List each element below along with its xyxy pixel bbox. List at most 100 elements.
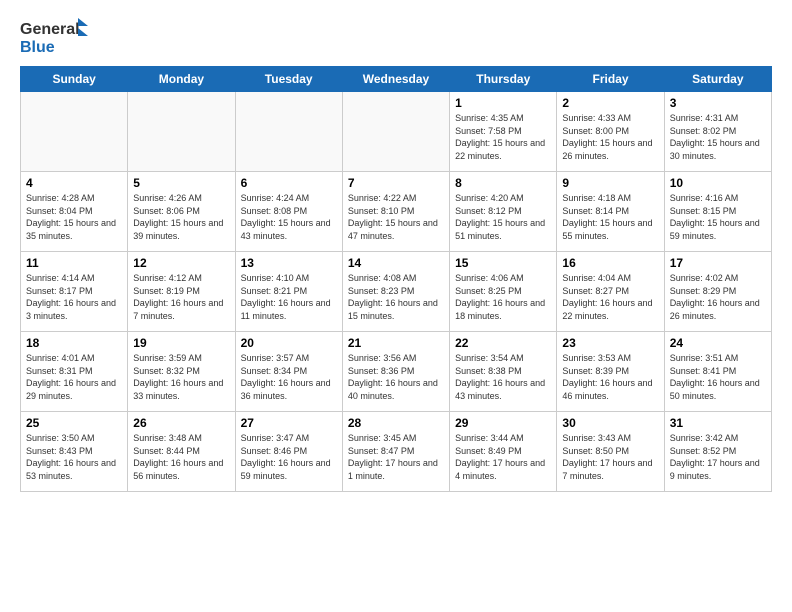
calendar-cell: 14 Sunrise: 4:08 AM Sunset: 8:23 PM Dayli…	[342, 252, 449, 332]
day-info: Sunrise: 3:59 AM Sunset: 8:32 PM Dayligh…	[133, 352, 229, 402]
day-info: Sunrise: 4:12 AM Sunset: 8:19 PM Dayligh…	[133, 272, 229, 322]
weekday-header: Monday	[128, 67, 235, 92]
weekday-header: Friday	[557, 67, 664, 92]
day-info: Sunrise: 4:01 AM Sunset: 8:31 PM Dayligh…	[26, 352, 122, 402]
calendar-cell: 16 Sunrise: 4:04 AM Sunset: 8:27 PM Dayli…	[557, 252, 664, 332]
day-number: 24	[670, 336, 766, 350]
day-info: Sunrise: 4:33 AM Sunset: 8:00 PM Dayligh…	[562, 112, 658, 162]
day-number: 23	[562, 336, 658, 350]
calendar-cell: 7 Sunrise: 4:22 AM Sunset: 8:10 PM Daylig…	[342, 172, 449, 252]
calendar-cell: 15 Sunrise: 4:06 AM Sunset: 8:25 PM Dayli…	[450, 252, 557, 332]
day-number: 6	[241, 176, 337, 190]
weekday-header-row: SundayMondayTuesdayWednesdayThursdayFrid…	[21, 67, 772, 92]
weekday-header: Sunday	[21, 67, 128, 92]
calendar-cell: 1Sunrise: 4:35 AM Sunset: 7:58 PM Daylig…	[450, 92, 557, 172]
svg-text:Blue: Blue	[20, 39, 55, 56]
calendar-cell	[342, 92, 449, 172]
day-info: Sunrise: 4:28 AM Sunset: 8:04 PM Dayligh…	[26, 192, 122, 242]
calendar-cell: 4Sunrise: 4:28 AM Sunset: 8:04 PM Daylig…	[21, 172, 128, 252]
day-number: 29	[455, 416, 551, 430]
day-info: Sunrise: 3:43 AM Sunset: 8:50 PM Dayligh…	[562, 432, 658, 482]
day-info: Sunrise: 4:10 AM Sunset: 8:21 PM Dayligh…	[241, 272, 337, 322]
day-number: 12	[133, 256, 229, 270]
weekday-header: Wednesday	[342, 67, 449, 92]
day-number: 15	[455, 256, 551, 270]
calendar-cell: 6 Sunrise: 4:24 AM Sunset: 8:08 PM Daylig…	[235, 172, 342, 252]
day-number: 9	[562, 176, 658, 190]
calendar-cell: 26 Sunrise: 3:48 AM Sunset: 8:44 PM Dayli…	[128, 412, 235, 492]
day-number: 21	[348, 336, 444, 350]
calendar-cell: 17Sunrise: 4:02 AM Sunset: 8:29 PM Dayli…	[664, 252, 771, 332]
day-info: Sunrise: 3:50 AM Sunset: 8:43 PM Dayligh…	[26, 432, 122, 482]
day-number: 26	[133, 416, 229, 430]
day-info: Sunrise: 3:42 AM Sunset: 8:52 PM Dayligh…	[670, 432, 766, 482]
calendar-cell: 27Sunrise: 3:47 AM Sunset: 8:46 PM Dayli…	[235, 412, 342, 492]
calendar-table: SundayMondayTuesdayWednesdayThursdayFrid…	[20, 66, 772, 492]
calendar-cell: 22 Sunrise: 3:54 AM Sunset: 8:38 PM Dayli…	[450, 332, 557, 412]
day-info: Sunrise: 3:57 AM Sunset: 8:34 PM Dayligh…	[241, 352, 337, 402]
calendar-cell: 21 Sunrise: 3:56 AM Sunset: 8:36 PM Dayli…	[342, 332, 449, 412]
calendar-cell: 24 Sunrise: 3:51 AM Sunset: 8:41 PM Dayli…	[664, 332, 771, 412]
day-number: 10	[670, 176, 766, 190]
calendar-cell: 3 Sunrise: 4:31 AM Sunset: 8:02 PM Daylig…	[664, 92, 771, 172]
day-info: Sunrise: 3:56 AM Sunset: 8:36 PM Dayligh…	[348, 352, 444, 402]
week-row: 25 Sunrise: 3:50 AM Sunset: 8:43 PM Dayli…	[21, 412, 772, 492]
logo-svg: GeneralBlue	[20, 16, 90, 56]
calendar-cell: 25 Sunrise: 3:50 AM Sunset: 8:43 PM Dayli…	[21, 412, 128, 492]
day-info: Sunrise: 3:54 AM Sunset: 8:38 PM Dayligh…	[455, 352, 551, 402]
calendar-cell: 28Sunrise: 3:45 AM Sunset: 8:47 PM Dayli…	[342, 412, 449, 492]
weekday-header: Tuesday	[235, 67, 342, 92]
day-number: 18	[26, 336, 122, 350]
day-number: 28	[348, 416, 444, 430]
day-number: 5	[133, 176, 229, 190]
day-info: Sunrise: 4:22 AM Sunset: 8:10 PM Dayligh…	[348, 192, 444, 242]
day-number: 8	[455, 176, 551, 190]
day-info: Sunrise: 4:26 AM Sunset: 8:06 PM Dayligh…	[133, 192, 229, 242]
calendar-cell: 18 Sunrise: 4:01 AM Sunset: 8:31 PM Dayli…	[21, 332, 128, 412]
week-row: 11 Sunrise: 4:14 AM Sunset: 8:17 PM Dayli…	[21, 252, 772, 332]
day-number: 2	[562, 96, 658, 110]
logo: GeneralBlue	[20, 16, 90, 56]
day-number: 22	[455, 336, 551, 350]
calendar-cell: 30Sunrise: 3:43 AM Sunset: 8:50 PM Dayli…	[557, 412, 664, 492]
calendar-cell: 12 Sunrise: 4:12 AM Sunset: 8:19 PM Dayli…	[128, 252, 235, 332]
day-number: 13	[241, 256, 337, 270]
day-info: Sunrise: 4:14 AM Sunset: 8:17 PM Dayligh…	[26, 272, 122, 322]
calendar-cell: 9Sunrise: 4:18 AM Sunset: 8:14 PM Daylig…	[557, 172, 664, 252]
day-number: 31	[670, 416, 766, 430]
day-info: Sunrise: 4:35 AM Sunset: 7:58 PM Dayligh…	[455, 112, 551, 162]
day-number: 16	[562, 256, 658, 270]
calendar-cell: 13 Sunrise: 4:10 AM Sunset: 8:21 PM Dayli…	[235, 252, 342, 332]
calendar-cell: 8 Sunrise: 4:20 AM Sunset: 8:12 PM Daylig…	[450, 172, 557, 252]
calendar-cell: 19Sunrise: 3:59 AM Sunset: 8:32 PM Dayli…	[128, 332, 235, 412]
day-number: 7	[348, 176, 444, 190]
calendar-cell: 20 Sunrise: 3:57 AM Sunset: 8:34 PM Dayli…	[235, 332, 342, 412]
day-info: Sunrise: 3:48 AM Sunset: 8:44 PM Dayligh…	[133, 432, 229, 482]
week-row: 4Sunrise: 4:28 AM Sunset: 8:04 PM Daylig…	[21, 172, 772, 252]
calendar-cell: 5 Sunrise: 4:26 AM Sunset: 8:06 PM Daylig…	[128, 172, 235, 252]
day-number: 14	[348, 256, 444, 270]
day-info: Sunrise: 4:06 AM Sunset: 8:25 PM Dayligh…	[455, 272, 551, 322]
calendar-cell: 11 Sunrise: 4:14 AM Sunset: 8:17 PM Dayli…	[21, 252, 128, 332]
day-info: Sunrise: 3:51 AM Sunset: 8:41 PM Dayligh…	[670, 352, 766, 402]
calendar-cell: 10 Sunrise: 4:16 AM Sunset: 8:15 PM Dayli…	[664, 172, 771, 252]
week-row: 1Sunrise: 4:35 AM Sunset: 7:58 PM Daylig…	[21, 92, 772, 172]
calendar-cell: 2 Sunrise: 4:33 AM Sunset: 8:00 PM Daylig…	[557, 92, 664, 172]
week-row: 18 Sunrise: 4:01 AM Sunset: 8:31 PM Dayli…	[21, 332, 772, 412]
calendar-cell: 31 Sunrise: 3:42 AM Sunset: 8:52 PM Dayli…	[664, 412, 771, 492]
day-info: Sunrise: 4:31 AM Sunset: 8:02 PM Dayligh…	[670, 112, 766, 162]
header: GeneralBlue	[20, 16, 772, 56]
day-info: Sunrise: 4:16 AM Sunset: 8:15 PM Dayligh…	[670, 192, 766, 242]
day-number: 20	[241, 336, 337, 350]
day-number: 25	[26, 416, 122, 430]
day-number: 11	[26, 256, 122, 270]
day-info: Sunrise: 4:20 AM Sunset: 8:12 PM Dayligh…	[455, 192, 551, 242]
day-info: Sunrise: 4:04 AM Sunset: 8:27 PM Dayligh…	[562, 272, 658, 322]
day-number: 3	[670, 96, 766, 110]
day-info: Sunrise: 4:24 AM Sunset: 8:08 PM Dayligh…	[241, 192, 337, 242]
svg-text:General: General	[20, 21, 80, 38]
calendar-cell	[128, 92, 235, 172]
day-info: Sunrise: 4:08 AM Sunset: 8:23 PM Dayligh…	[348, 272, 444, 322]
calendar-cell: 23Sunrise: 3:53 AM Sunset: 8:39 PM Dayli…	[557, 332, 664, 412]
page: GeneralBlue SundayMondayTuesdayWednesday…	[0, 0, 792, 612]
